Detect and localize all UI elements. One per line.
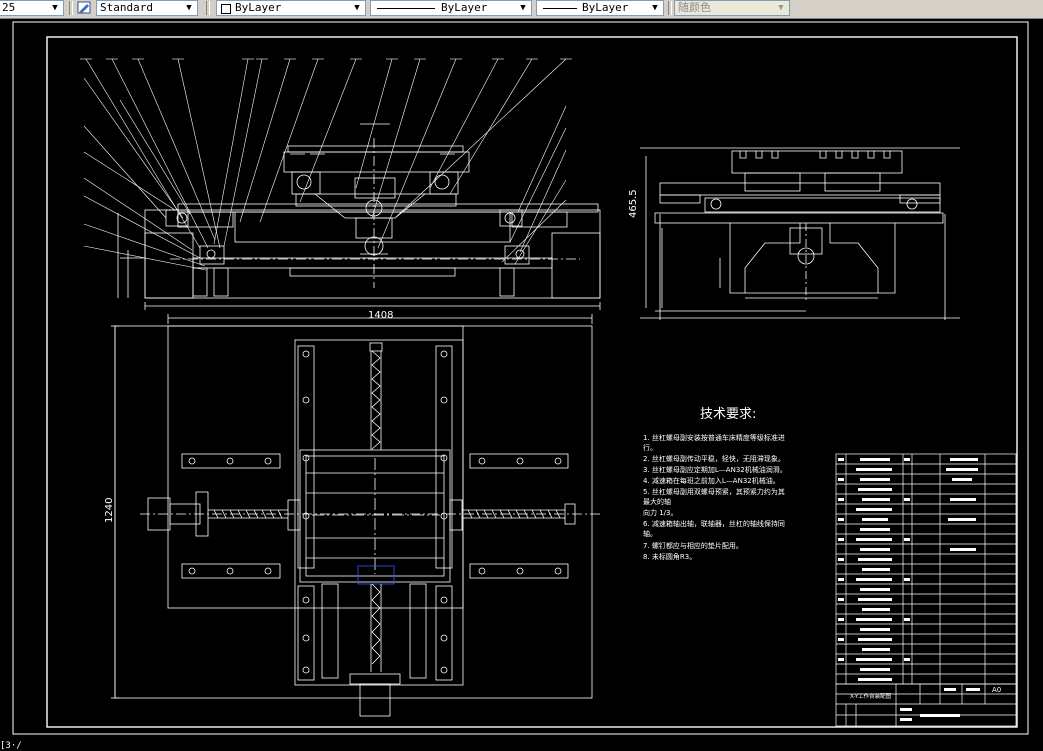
properties-toolbar: 25 ▼ Standard ▼ ByLayer ▼ ByLayer ▼ ByLa… <box>0 0 1043 19</box>
chevron-down-icon[interactable]: ▼ <box>183 1 195 15</box>
title-block-drawing-name: X-Y工作台装配图 <box>850 692 892 700</box>
plot-style-value: 随颜色 <box>678 1 711 14</box>
tech-note-line: 轴。 <box>643 529 657 538</box>
front-section-view <box>80 58 601 310</box>
chevron-down-icon[interactable]: ▼ <box>517 1 529 15</box>
plot-style-combo[interactable]: 随颜色 ▼ <box>674 0 790 16</box>
chevron-down-icon[interactable]: ▼ <box>649 1 661 15</box>
drawing-canvas[interactable]: 465.5 1408 1240 技术要求: 1. 丝杠螺母副安装按普通车床精度等… <box>0 18 1043 748</box>
toolbar-separator <box>668 1 672 15</box>
plan-height-dimension: 1240 <box>104 498 115 523</box>
title-block-sheet-size: A0 <box>992 686 1001 694</box>
color-value: ByLayer <box>235 1 282 14</box>
linetype-sample-icon <box>377 8 435 9</box>
tech-note-line: 向力 1/3。 <box>643 508 678 517</box>
scale-combo-value: 25 <box>2 1 16 14</box>
plan-view <box>111 314 600 717</box>
text-style-value: Standard <box>100 1 153 14</box>
toolbar-separator <box>206 1 210 15</box>
side-section-view <box>640 147 960 320</box>
scale-combo[interactable]: 25 ▼ <box>0 0 64 16</box>
parts-list-table <box>835 453 1017 727</box>
sheet-outer-border <box>12 21 1029 735</box>
tech-note-line: 最大的轴 <box>643 497 671 506</box>
linetype-value: ByLayer <box>441 1 488 14</box>
tech-note-line: 5. 丝杠螺母副用双螺母预紧，其预紧力约为其 <box>643 487 785 496</box>
chevron-down-icon[interactable]: ▼ <box>49 1 61 15</box>
color-combo[interactable]: ByLayer ▼ <box>216 0 366 16</box>
chevron-down-icon[interactable]: ▼ <box>775 1 787 15</box>
tech-requirements-title: 技术要求: <box>700 407 756 422</box>
toolbar-separator <box>69 1 73 15</box>
tech-note-line: 行。 <box>643 443 657 452</box>
color-swatch-icon <box>221 4 231 14</box>
tech-requirements-notes: 1. 丝杠螺母副安装按普通车床精度等级标准进 行。 2. 丝杠螺母副传动平稳，轻… <box>643 433 787 561</box>
lineweight-sample-icon <box>543 8 577 9</box>
command-line-text: [3·/ <box>0 741 22 751</box>
tech-note-line: 4. 减速箱在每班之前加入L—AN32机械油。 <box>643 476 780 485</box>
sheet-inner-border <box>46 36 1018 728</box>
side-view-height-dimension: 465.5 <box>628 189 639 218</box>
chevron-down-icon[interactable]: ▼ <box>351 1 363 15</box>
tech-note-line: 7. 螺钉都应与相应的垫片配用。 <box>643 541 743 550</box>
tech-note-line: 8. 未标圆角R3。 <box>643 552 696 561</box>
lineweight-value: ByLayer <box>582 1 629 14</box>
tech-note-line: 1. 丝杠螺母副安装按普通车床精度等级标准进 <box>643 433 785 442</box>
tech-note-line: 6. 减速箱轴出轴，联轴器，丝杠的轴线保持同 <box>643 519 785 528</box>
linetype-combo[interactable]: ByLayer ▼ <box>370 0 532 16</box>
lineweight-combo[interactable]: ByLayer ▼ <box>536 0 664 16</box>
text-style-icon[interactable] <box>77 1 91 14</box>
plan-width-dimension: 1408 <box>368 310 393 321</box>
tech-note-line: 3. 丝杠螺母副应定期加L—AN32机械油润滑。 <box>643 465 787 474</box>
text-style-combo[interactable]: Standard ▼ <box>96 0 198 16</box>
tech-note-line: 2. 丝杠螺母副传动平稳，轻快，无阻滞现象。 <box>643 454 785 463</box>
